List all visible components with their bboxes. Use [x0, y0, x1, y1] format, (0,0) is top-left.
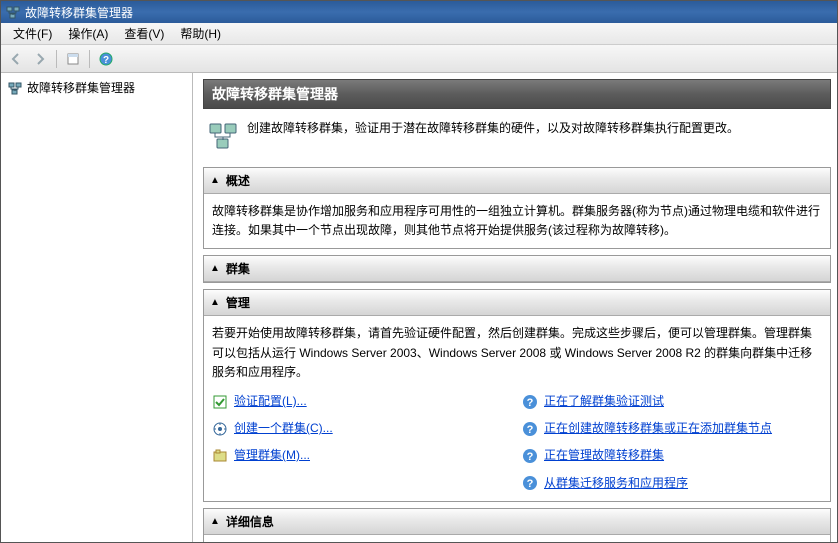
section-clusters: ▲ 群集: [203, 255, 831, 283]
menu-file[interactable]: 文件(F): [5, 23, 60, 44]
svg-text:?: ?: [527, 451, 534, 463]
properties-button[interactable]: [62, 48, 84, 70]
collapse-arrow-icon: ▲: [210, 175, 220, 186]
svg-text:?: ?: [527, 424, 534, 436]
section-overview-title: 概述: [226, 172, 250, 189]
section-manage: ▲ 管理 若要开始使用故障转移群集，请首先验证硬件配置，然后创建群集。完成这些步…: [203, 289, 831, 501]
help-topic-icon: ?: [522, 475, 538, 491]
intro-block: 创建故障转移群集，验证用于潜在故障转移群集的硬件，以及对故障转移群集执行配置更改…: [203, 109, 831, 167]
toolbar-divider: [56, 50, 57, 68]
manage-cluster-icon: [212, 448, 228, 464]
toolbar: ?: [1, 45, 837, 73]
section-overview-header[interactable]: ▲ 概述: [204, 168, 830, 194]
validate-config-link[interactable]: 验证配置(L)...: [234, 392, 307, 411]
collapse-arrow-icon: ▲: [210, 516, 220, 527]
cluster-manager-icon: [7, 80, 23, 96]
manage-cluster-link[interactable]: 管理群集(M)...: [234, 446, 310, 465]
section-manage-desc: 若要开始使用故障转移群集，请首先验证硬件配置，然后创建群集。完成这些步骤后，便可…: [212, 324, 822, 382]
toolbar-divider: [89, 50, 90, 68]
page-header: 故障转移群集管理器: [203, 79, 831, 109]
section-overview-body: 故障转移群集是协作增加服务和应用程序可用性的一组独立计算机。群集服务器(称为节点…: [204, 194, 830, 248]
section-overview: ▲ 概述 故障转移群集是协作增加服务和应用程序可用性的一组独立计算机。群集服务器…: [203, 167, 831, 249]
menu-action[interactable]: 操作(A): [60, 23, 116, 44]
section-clusters-header[interactable]: ▲ 群集: [204, 256, 830, 282]
section-details: ▲ 详细信息 Web 上的故障转移群集主题 Web 上的故障转移群集社区: [203, 508, 831, 542]
menu-help[interactable]: 帮助(H): [172, 23, 229, 44]
svg-text:?: ?: [527, 478, 534, 490]
navigation-tree: 故障转移群集管理器: [1, 73, 193, 542]
validate-icon: [212, 394, 228, 410]
section-manage-header[interactable]: ▲ 管理: [204, 290, 830, 316]
section-manage-body: 若要开始使用故障转移群集，请首先验证硬件配置，然后创建群集。完成这些步骤后，便可…: [204, 316, 830, 500]
nav-back-button[interactable]: [5, 48, 27, 70]
learn-create-link[interactable]: 正在创建故障转移群集或正在添加群集节点: [544, 419, 772, 438]
collapse-arrow-icon: ▲: [210, 263, 220, 274]
help-topic-icon: ?: [522, 421, 538, 437]
cluster-large-icon: [207, 119, 239, 151]
help-topic-icon: ?: [522, 448, 538, 464]
title-bar: 故障转移群集管理器: [1, 1, 837, 23]
app-icon: [5, 4, 21, 20]
window-title: 故障转移群集管理器: [25, 4, 133, 21]
page-title: 故障转移群集管理器: [212, 86, 338, 102]
content-pane[interactable]: 故障转移群集管理器 创建故障转移群集，验证用于潜在故障转移群集的硬件，以及对故障…: [193, 73, 837, 542]
tree-root-item[interactable]: 故障转移群集管理器: [5, 77, 188, 98]
create-cluster-link[interactable]: 创建一个群集(C)...: [234, 419, 333, 438]
menu-bar: 文件(F) 操作(A) 查看(V) 帮助(H): [1, 23, 837, 45]
collapse-arrow-icon: ▲: [210, 297, 220, 308]
learn-migrate-link[interactable]: 从群集迁移服务和应用程序: [544, 474, 688, 493]
create-cluster-icon: [212, 421, 228, 437]
section-clusters-title: 群集: [226, 260, 250, 277]
nav-forward-button[interactable]: [29, 48, 51, 70]
help-button[interactable]: ?: [95, 48, 117, 70]
svg-text:?: ?: [103, 55, 109, 66]
intro-text: 创建故障转移群集，验证用于潜在故障转移群集的硬件，以及对故障转移群集执行配置更改…: [247, 119, 739, 138]
svg-text:?: ?: [527, 397, 534, 409]
menu-view[interactable]: 查看(V): [116, 23, 172, 44]
tree-root-label: 故障转移群集管理器: [27, 79, 135, 96]
section-details-title: 详细信息: [226, 513, 274, 530]
section-manage-title: 管理: [226, 294, 250, 311]
help-topic-icon: ?: [522, 394, 538, 410]
section-details-header[interactable]: ▲ 详细信息: [204, 509, 830, 535]
learn-manage-link[interactable]: 正在管理故障转移群集: [544, 446, 664, 465]
section-details-body: Web 上的故障转移群集主题 Web 上的故障转移群集社区 Web 上的 Mic…: [204, 535, 830, 542]
learn-validate-link[interactable]: 正在了解群集验证测试: [544, 392, 664, 411]
